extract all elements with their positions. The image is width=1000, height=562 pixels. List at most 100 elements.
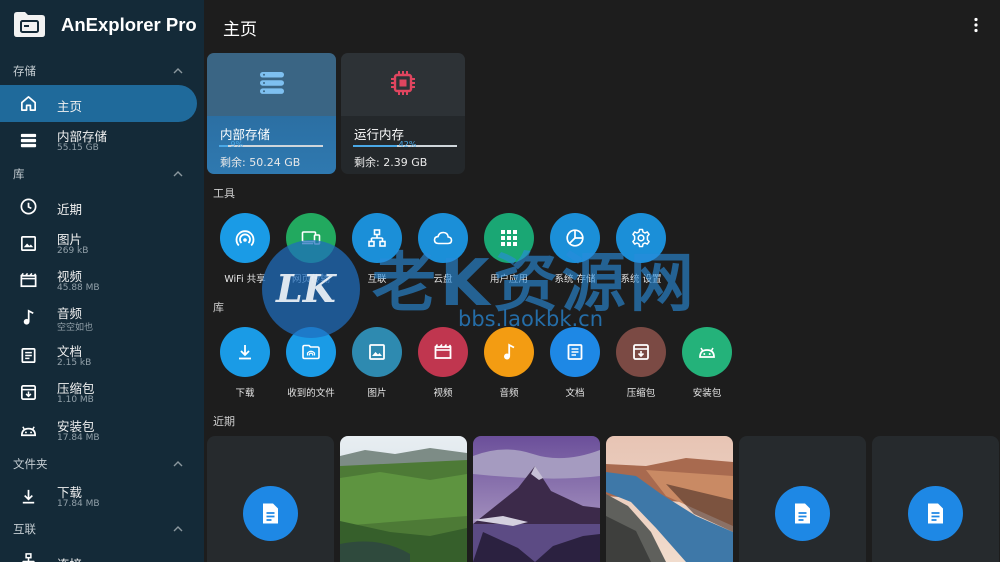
storage-icon [20, 133, 37, 148]
apps-grid-icon [501, 230, 517, 246]
tool-wifi-share[interactable]: WiFi 共享 [212, 213, 278, 293]
pie-chart-icon [566, 229, 584, 247]
tool-cloud[interactable]: 云盘 [410, 213, 476, 293]
sidebar-item-videos[interactable]: 视频 45.88 MB [0, 262, 197, 299]
library-circle [616, 327, 666, 377]
tool-user-apps[interactable]: 用户应用 [476, 213, 542, 293]
tool-circle [484, 213, 534, 263]
chevron-up-icon [173, 461, 183, 467]
sidebar-item-archives[interactable]: 压缩包 1.10 MB [0, 374, 197, 411]
library-row: 下载 收到的文件 图片 视频 音频 文档 压缩包 安装包 [212, 327, 742, 407]
recent-item-photo[interactable] [340, 436, 467, 562]
recent-item-document[interactable] [207, 436, 334, 562]
storage-percent: 9% [230, 140, 244, 149]
storage-card-internal[interactable]: 内部存储 9% 剩余: 50.24 GB [207, 53, 336, 174]
archive-icon [633, 344, 649, 360]
recent-item-document[interactable] [872, 436, 999, 562]
more-vertical-icon[interactable] [968, 16, 984, 34]
sidebar-item-label: 近期 [57, 202, 83, 217]
library-archives[interactable]: 压缩包 [608, 327, 674, 407]
video-icon [434, 344, 452, 359]
connection-icon [22, 553, 35, 562]
sidebar-item-size: 17.84 MB [57, 433, 100, 443]
document-thumb [775, 486, 830, 541]
tool-network[interactable]: 互联 [344, 213, 410, 293]
tool-circle [550, 213, 600, 263]
sidebar-item-size: 55.15 GB [57, 143, 99, 153]
android-icon [699, 347, 715, 358]
document-thumb [908, 486, 963, 541]
section-header-folders[interactable]: 文件夹 [13, 456, 188, 474]
sidebar-item-connection[interactable]: 连接 [0, 543, 197, 562]
section-label: 存储 [13, 64, 36, 78]
android-icon [20, 426, 37, 437]
sidebar-item-audio[interactable]: 音频 空空如也 [0, 299, 197, 336]
section-header-library[interactable]: 库 [13, 166, 188, 184]
sidebar-item-downloads[interactable]: 下载 17.84 MB [0, 478, 197, 515]
library-audio[interactable]: 音频 [476, 327, 542, 407]
section-header-connections[interactable]: 互联 [13, 521, 188, 539]
sidebar-item-home[interactable]: 主页 [0, 85, 197, 122]
main-content: 主页 内部存储 9% 剩余: 50.24 GB 运行内存 42% 剩余: 2.3… [204, 0, 1000, 562]
memory-chip-icon [391, 71, 415, 95]
sidebar-item-internal-storage[interactable]: 内部存储 55.15 GB [0, 122, 197, 159]
recent-section-label: 近期 [213, 415, 235, 428]
image-icon [369, 344, 385, 360]
memory-free-space: 剩余: 2.39 GB [354, 156, 428, 169]
sidebar-item-label: 主页 [57, 99, 83, 114]
sidebar-item-size: 45.88 MB [57, 283, 100, 293]
sidebar-item-apks[interactable]: 安装包 17.84 MB [0, 412, 197, 449]
received-folder-icon [302, 344, 320, 360]
sidebar-item-recent[interactable]: 近期 [0, 188, 197, 225]
recent-item-photo[interactable] [473, 436, 600, 562]
library-circle [352, 327, 402, 377]
tool-web-transfer[interactable]: 网页传输 [278, 213, 344, 293]
memory-card-title: 运行内存 [354, 127, 405, 142]
sidebar-item-images[interactable]: 图片 269 kB [0, 225, 197, 262]
document-thumb [243, 486, 298, 541]
tool-system-settings[interactable]: 系统 设置 [608, 213, 674, 293]
download-icon [239, 345, 251, 360]
recent-item-document[interactable] [739, 436, 866, 562]
library-apks[interactable]: 安装包 [674, 327, 740, 407]
app-title: AnExplorer Pro [61, 14, 197, 35]
library-downloads[interactable]: 下载 [212, 327, 278, 407]
wifi-share-icon [235, 230, 255, 247]
sidebar-item-size: 空空如也 [57, 323, 94, 333]
tool-circle [616, 213, 666, 263]
library-label: 安装包 [692, 388, 722, 399]
storage-progress-fill [219, 145, 229, 147]
sidebar-item-size: 17.84 MB [57, 499, 100, 509]
clock-icon [20, 198, 37, 215]
cloud-icon [433, 231, 453, 245]
folder-logo-icon [14, 12, 45, 37]
sidebar-item-size: 2.15 kB [57, 358, 92, 368]
app-header: AnExplorer Pro [0, 0, 204, 52]
library-documents[interactable]: 文档 [542, 327, 608, 407]
chevron-up-icon [173, 68, 183, 74]
library-images[interactable]: 图片 [344, 327, 410, 407]
image-icon [20, 235, 37, 252]
web-transfer-icon [301, 231, 321, 245]
document-icon [263, 503, 278, 524]
tool-system-storage[interactable]: 系统 存储 [542, 213, 608, 293]
library-section-label: 库 [213, 301, 224, 314]
sidebar-item-size: 269 kB [57, 246, 89, 256]
chevron-up-icon [173, 171, 183, 177]
sidebar-item-documents[interactable]: 文档 2.15 kB [0, 337, 197, 374]
document-icon [795, 503, 810, 524]
storage-icon [259, 72, 284, 94]
tool-circle [352, 213, 402, 263]
library-circle [484, 327, 534, 377]
chevron-up-icon [173, 526, 183, 532]
library-videos[interactable]: 视频 [410, 327, 476, 407]
section-header-storage[interactable]: 存储 [13, 63, 188, 81]
library-received-files[interactable]: 收到的文件 [278, 327, 344, 407]
music-icon [504, 343, 515, 360]
tool-circle [286, 213, 336, 263]
recent-item-photo[interactable] [606, 436, 733, 562]
library-circle [418, 327, 468, 377]
tools-row: WiFi 共享 网页传输 互联 云盘 用户应用 系统 存储 系统 设置 [212, 213, 742, 293]
memory-percent: 42% [398, 140, 417, 149]
storage-card-memory[interactable]: 运行内存 42% 剩余: 2.39 GB [341, 53, 465, 174]
